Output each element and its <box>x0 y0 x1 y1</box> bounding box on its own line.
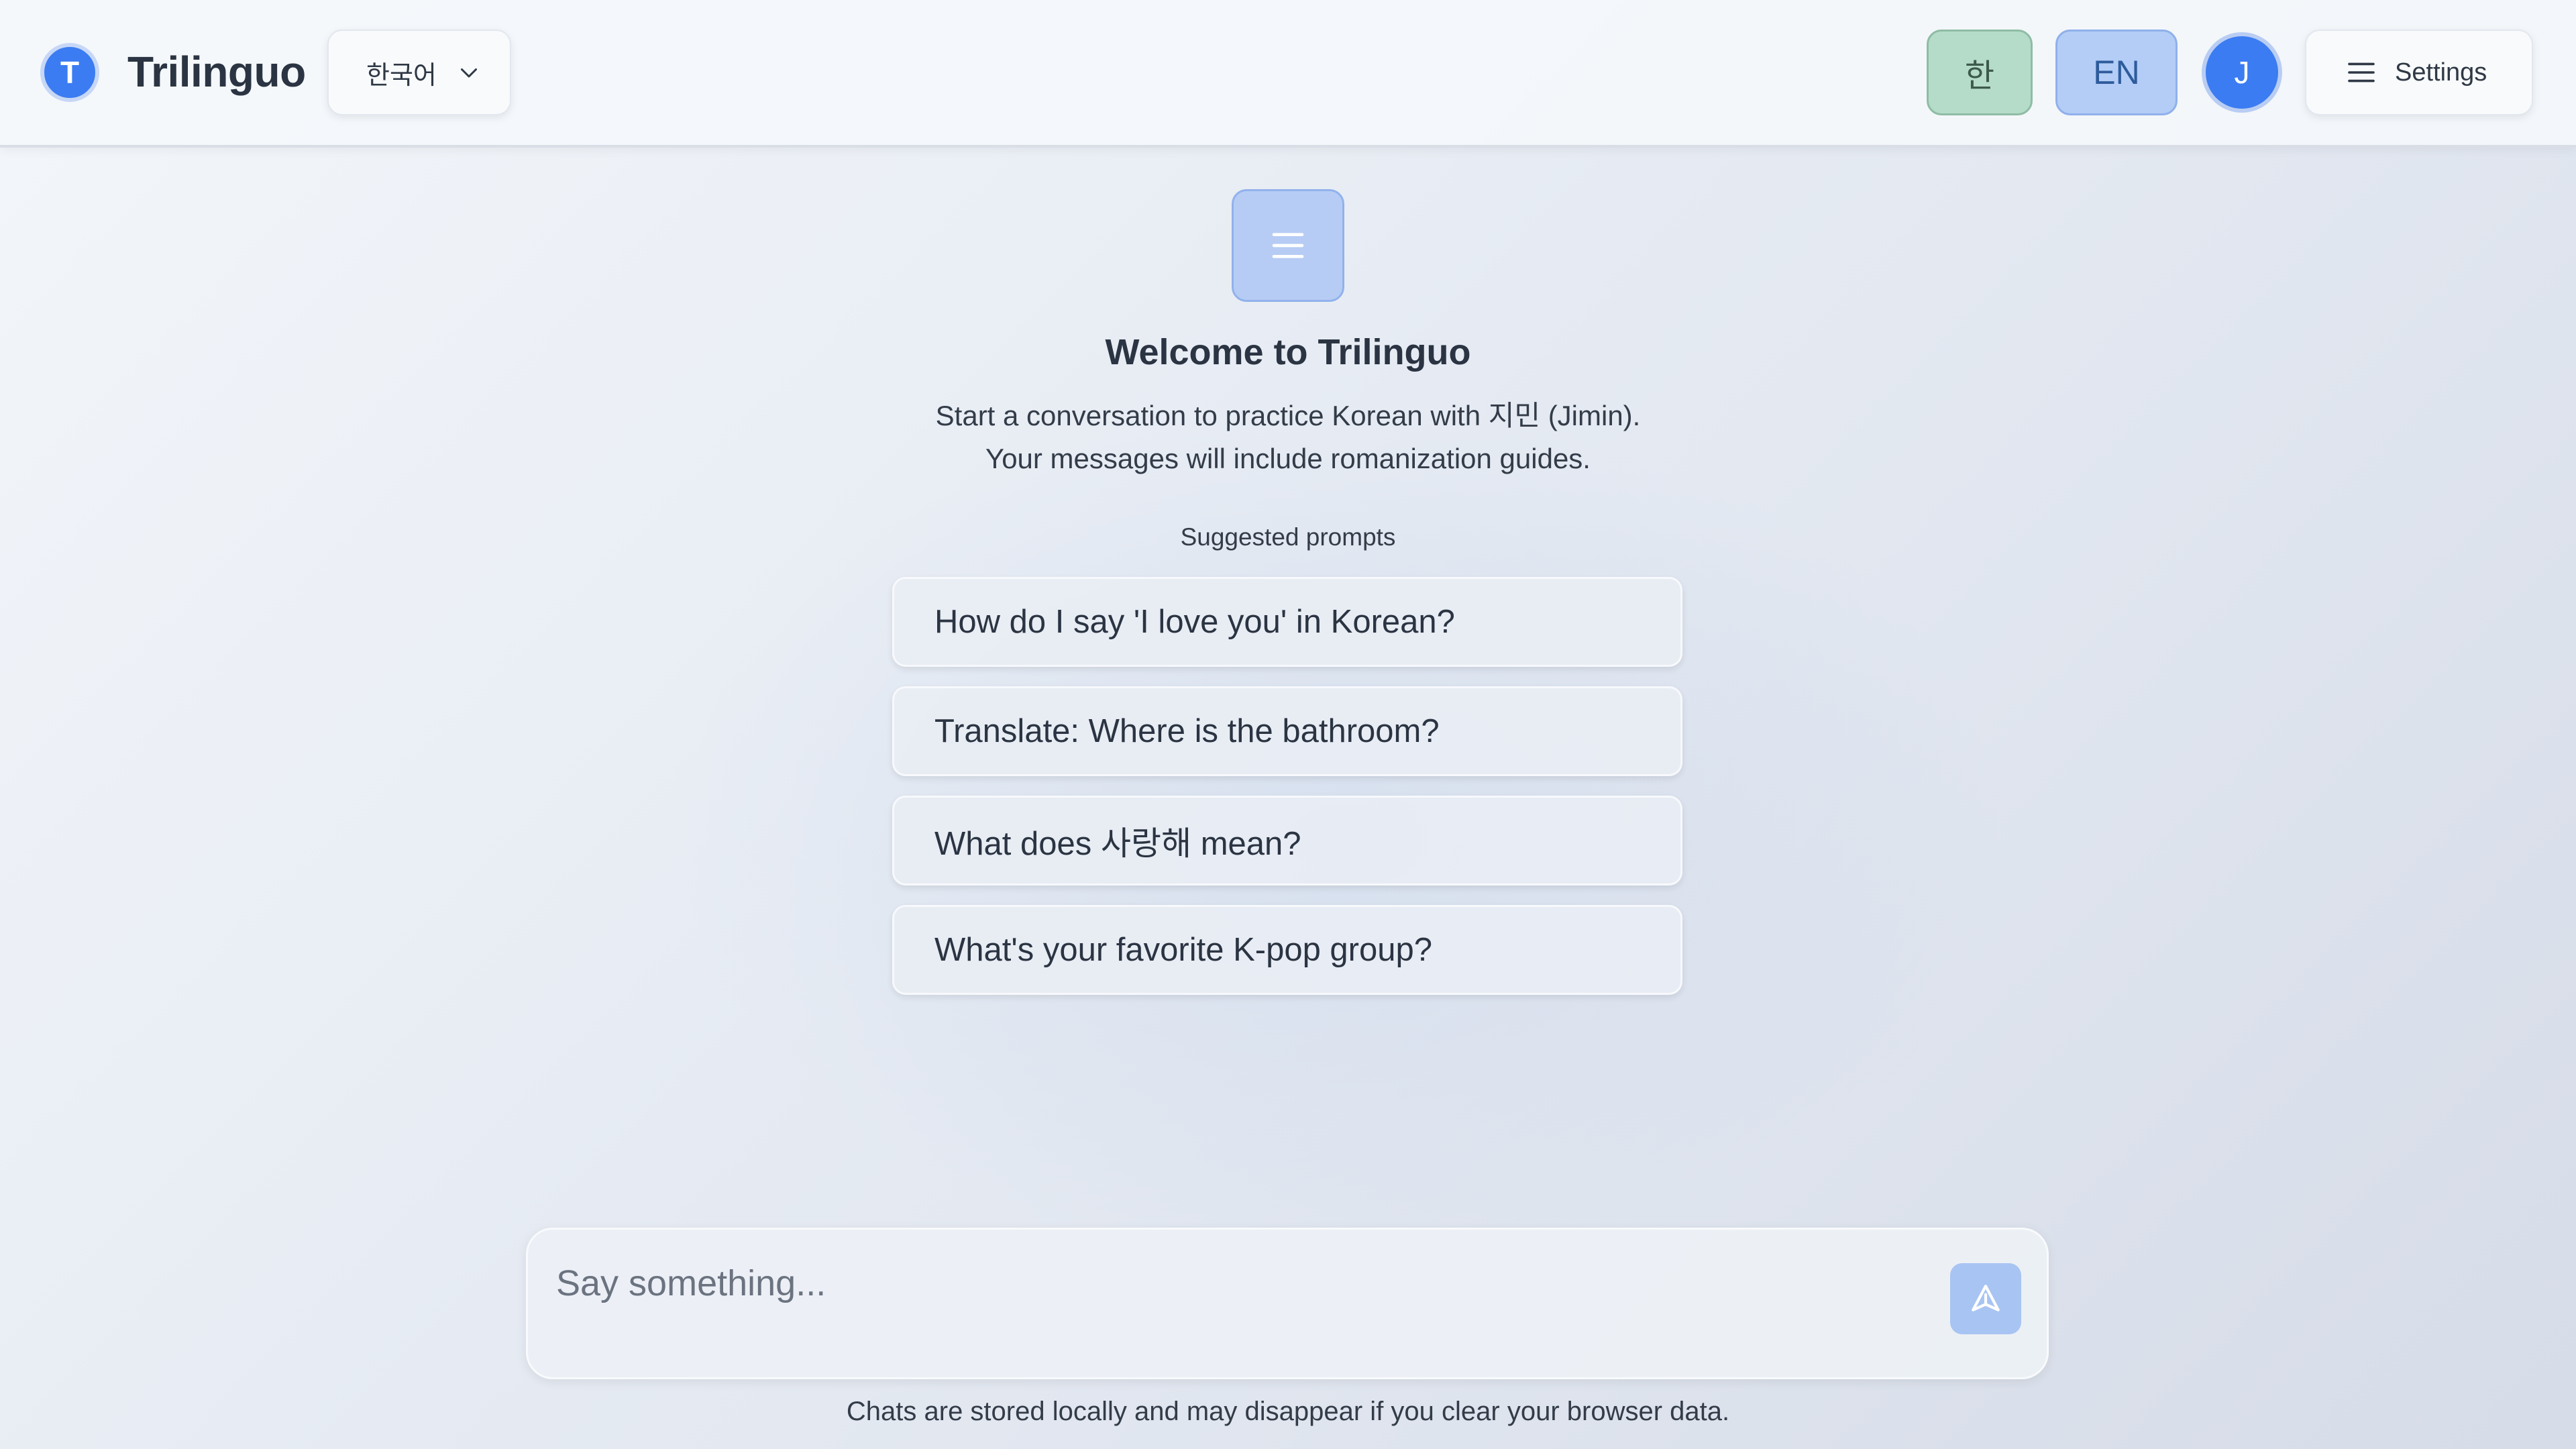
welcome-line-1: Start a conversation to practice Korean … <box>935 400 1641 431</box>
welcome-icon-box <box>1232 189 1344 302</box>
message-composer <box>526 1228 2049 1379</box>
message-input[interactable] <box>556 1256 1831 1310</box>
send-button[interactable] <box>1950 1263 2021 1334</box>
storage-notice: Chats are stored locally and may disappe… <box>846 1397 1730 1426</box>
language-select[interactable]: 한국어 <box>327 30 511 115</box>
send-icon <box>1972 1285 2000 1311</box>
suggested-prompt[interactable]: What's your favorite K-pop group? <box>892 905 1682 995</box>
suggested-prompt[interactable]: How do I say 'I love you' in Korean? <box>892 577 1682 667</box>
menu-icon <box>2348 62 2375 83</box>
settings-label: Settings <box>2395 58 2487 87</box>
suggested-prompt[interactable]: Translate: Where is the bathroom? <box>892 686 1682 776</box>
welcome-title: Welcome to Trilinguo <box>1105 332 1471 372</box>
welcome-line-2: Your messages will include romanization … <box>985 443 1591 474</box>
settings-button[interactable]: Settings <box>2305 30 2533 115</box>
suggested-prompts-heading: Suggested prompts <box>1180 523 1396 551</box>
welcome-description: Start a conversation to practice Korean … <box>0 394 2576 480</box>
user-avatar[interactable]: J <box>2202 32 2282 113</box>
english-button[interactable]: EN <box>2055 30 2178 115</box>
suggested-prompt[interactable]: What does 사랑해 mean? <box>892 796 1682 885</box>
language-select-value: 한국어 <box>366 61 437 90</box>
app-title: Trilinguo <box>127 48 306 96</box>
top-bar: T Trilinguo 한국어 한 EN J Settings <box>0 0 2576 148</box>
korean-script-button[interactable]: 한 <box>1927 30 2033 115</box>
app-logo[interactable]: T <box>40 43 99 102</box>
menu-icon <box>1272 233 1304 258</box>
chevron-down-icon <box>460 68 477 78</box>
